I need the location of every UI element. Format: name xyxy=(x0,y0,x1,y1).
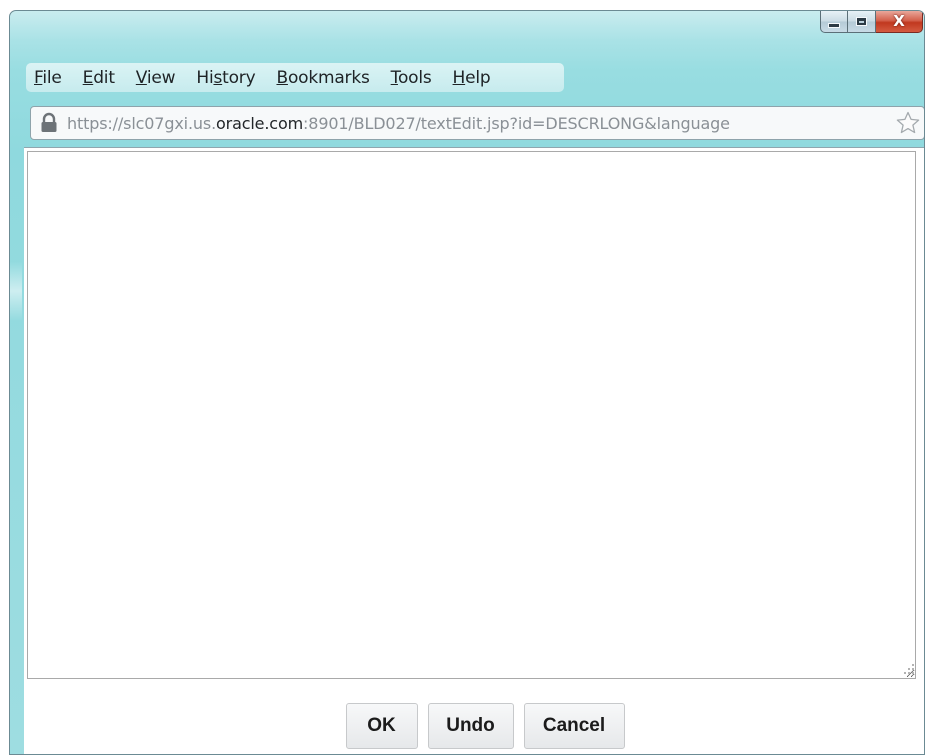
menu-file[interactable]: File xyxy=(34,68,62,88)
close-icon: X xyxy=(893,12,905,30)
browser-popup-window: X File Edit View History Bookmarks Tools… xyxy=(9,10,925,755)
ok-button[interactable]: OK xyxy=(345,703,418,749)
description-textarea[interactable] xyxy=(27,151,916,679)
menu-view[interactable]: View xyxy=(136,68,176,88)
menu-history[interactable]: History xyxy=(196,68,255,88)
close-button[interactable]: X xyxy=(876,11,923,33)
page-content: OK Undo Cancel xyxy=(24,147,924,754)
menu-edit[interactable]: Edit xyxy=(83,68,115,88)
star-icon[interactable] xyxy=(895,110,921,136)
maximize-icon xyxy=(856,17,867,26)
address-bar[interactable]: https://slc07gxi.us.oracle.com:8901/BLD0… xyxy=(30,106,924,140)
menu-bar: File Edit View History Bookmarks Tools H… xyxy=(26,63,564,92)
minimize-icon xyxy=(828,23,840,28)
undo-button[interactable]: Undo xyxy=(427,703,514,749)
dialog-button-row: OK Undo Cancel xyxy=(24,703,924,749)
menu-tools[interactable]: Tools xyxy=(391,68,432,88)
menu-help[interactable]: Help xyxy=(453,68,491,88)
url-text[interactable]: https://slc07gxi.us.oracle.com:8901/BLD0… xyxy=(67,114,891,133)
window-frame-highlight xyxy=(10,261,22,321)
lock-icon xyxy=(41,112,57,132)
maximize-button[interactable] xyxy=(848,11,876,33)
caption-buttons: X xyxy=(820,11,924,38)
cancel-button[interactable]: Cancel xyxy=(523,703,625,749)
minimize-button[interactable] xyxy=(820,11,848,33)
menu-bookmarks[interactable]: Bookmarks xyxy=(276,68,369,88)
